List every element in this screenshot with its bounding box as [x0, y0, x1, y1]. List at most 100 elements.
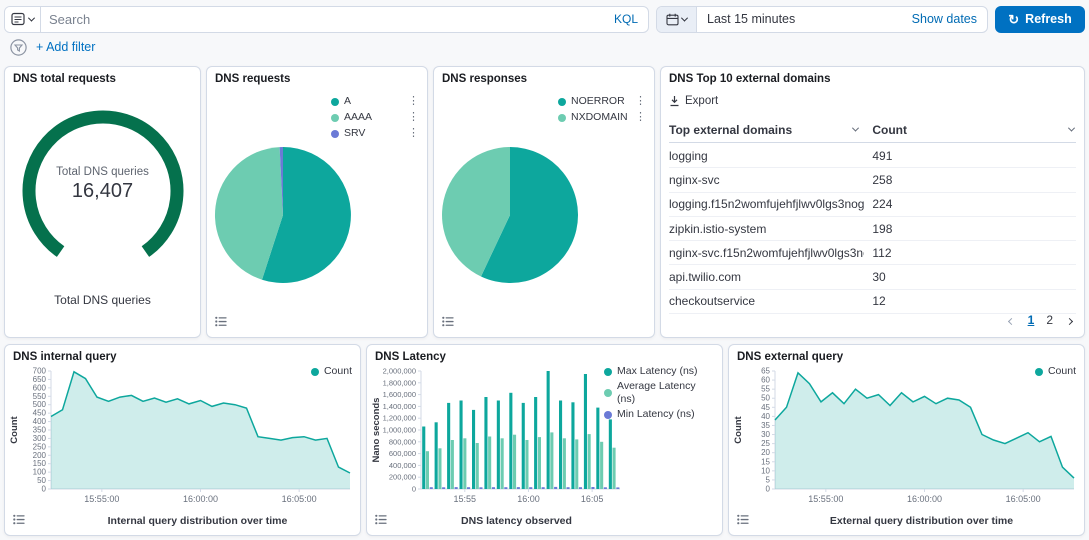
bar-Max Latency (ns)[interactable] [484, 397, 487, 489]
bar-Average Latency (ns)[interactable] [501, 438, 504, 489]
bar-Min Latency (ns)[interactable] [567, 487, 570, 489]
bar-Average Latency (ns)[interactable] [600, 442, 603, 489]
bar-Average Latency (ns)[interactable] [613, 448, 616, 489]
bar-Max Latency (ns)[interactable] [460, 401, 463, 490]
page-button-2[interactable]: 2 [1046, 313, 1053, 327]
bar-Min Latency (ns)[interactable] [542, 487, 545, 489]
bar-Max Latency (ns)[interactable] [571, 402, 574, 489]
bar-Min Latency (ns)[interactable] [616, 487, 619, 489]
bar-Max Latency (ns)[interactable] [422, 427, 425, 490]
bar-Min Latency (ns)[interactable] [529, 487, 532, 489]
bar-Average Latency (ns)[interactable] [451, 440, 454, 489]
list-icon [442, 316, 454, 327]
bar-Max Latency (ns)[interactable] [547, 371, 550, 489]
table-row[interactable]: nginx-svc.f15n2womfujehfjlwv0lgs3no...11… [669, 241, 1076, 265]
kql-syntax-button[interactable]: KQL [604, 12, 648, 26]
bar-Average Latency (ns)[interactable] [513, 435, 516, 489]
table-row[interactable]: zipkin.istio-system198 [669, 217, 1076, 241]
chevron-right-icon [1066, 318, 1073, 325]
y-tick-label: 50 [37, 476, 46, 485]
bar-Min Latency (ns)[interactable] [504, 487, 507, 489]
area-fill [51, 372, 350, 489]
bar-Max Latency (ns)[interactable] [497, 401, 500, 490]
bar-chart-dns-latency: 0200,000400,000600,000800,0001,000,0001,… [369, 363, 624, 515]
add-filter-link[interactable]: + Add filter [36, 40, 95, 54]
bar-Min Latency (ns)[interactable] [604, 487, 607, 489]
panel-legend-toggle-button[interactable] [373, 511, 389, 530]
bar-Min Latency (ns)[interactable] [479, 487, 482, 489]
gauge-value: 16,407 [5, 180, 200, 203]
search-bar: KQL [4, 6, 649, 33]
bar-Min Latency (ns)[interactable] [554, 487, 557, 489]
saved-query-menu-button[interactable] [5, 7, 41, 32]
table-row[interactable]: nginx-svc258 [669, 168, 1076, 192]
bar-Max Latency (ns)[interactable] [447, 403, 450, 489]
show-dates-link[interactable]: Show dates [912, 12, 987, 26]
bar-Max Latency (ns)[interactable] [522, 403, 525, 489]
calendar-dropdown-button[interactable] [657, 7, 697, 32]
bar-Max Latency (ns)[interactable] [472, 410, 475, 489]
bar-Average Latency (ns)[interactable] [463, 438, 466, 489]
panel-legend-toggle-button[interactable] [440, 313, 456, 332]
column-header-domains[interactable]: Top external domains [669, 123, 864, 137]
legend-actions-icon[interactable]: ⋮ [635, 111, 646, 124]
bar-Average Latency (ns)[interactable] [538, 437, 541, 489]
legend-item-NXDOMAIN[interactable]: NXDOMAIN⋮ [558, 111, 646, 124]
time-range-value[interactable]: Last 15 minutes [697, 12, 912, 26]
bar-Min Latency (ns)[interactable] [492, 487, 495, 489]
prev-page-button[interactable] [1007, 310, 1016, 329]
bar-Max Latency (ns)[interactable] [509, 393, 512, 489]
legend-actions-icon[interactable]: ⋮ [635, 95, 646, 108]
bar-Average Latency (ns)[interactable] [426, 451, 429, 489]
bar-Min Latency (ns)[interactable] [517, 487, 520, 489]
area-fill [775, 373, 1074, 489]
refresh-button[interactable]: ↻ Refresh [995, 6, 1085, 33]
export-button[interactable]: Export [669, 95, 718, 107]
bar-Min Latency (ns)[interactable] [455, 487, 458, 489]
bar-Average Latency (ns)[interactable] [563, 438, 566, 489]
chart-x-axis-title: DNS latency observed [367, 515, 666, 527]
bar-Max Latency (ns)[interactable] [609, 419, 612, 489]
bar-Max Latency (ns)[interactable] [596, 408, 599, 489]
saved-query-icon [11, 12, 25, 26]
bar-Min Latency (ns)[interactable] [442, 487, 445, 489]
legend-item-NOERROR[interactable]: NOERROR⋮ [558, 95, 646, 108]
chevron-left-icon [1008, 318, 1015, 325]
table-row[interactable]: api.twilio.com30 [669, 265, 1076, 289]
refresh-icon: ↻ [1008, 13, 1019, 26]
bar-Min Latency (ns)[interactable] [430, 487, 433, 489]
column-header-count[interactable]: Count [864, 123, 1076, 137]
bar-Min Latency (ns)[interactable] [591, 487, 594, 489]
table-row[interactable]: logging491 [669, 144, 1076, 168]
bar-Average Latency (ns)[interactable] [476, 443, 479, 489]
legend-actions-icon[interactable]: ⋮ [408, 95, 419, 108]
bar-Average Latency (ns)[interactable] [550, 432, 553, 489]
bar-Average Latency (ns)[interactable] [488, 437, 491, 490]
page-button-1[interactable]: 1 [1028, 313, 1035, 327]
bar-Min Latency (ns)[interactable] [579, 487, 582, 489]
legend-item-AAAA[interactable]: AAAA⋮ [331, 111, 419, 124]
legend-actions-icon[interactable]: ⋮ [408, 111, 419, 124]
table-row[interactable]: logging.f15n2womfujehfjlwv0lgs3nog....22… [669, 193, 1076, 217]
y-tick-label: 450 [33, 409, 47, 418]
x-tick-label: 16:05 [581, 494, 604, 504]
legend-actions-icon[interactable]: ⋮ [408, 127, 419, 140]
panel-legend-toggle-button[interactable] [213, 313, 229, 332]
bar-Min Latency (ns)[interactable] [467, 487, 470, 489]
bar-Average Latency (ns)[interactable] [525, 440, 528, 489]
bar-Max Latency (ns)[interactable] [559, 401, 562, 490]
panel-legend-toggle-button[interactable] [735, 511, 751, 530]
bar-Max Latency (ns)[interactable] [435, 422, 438, 489]
filter-icon[interactable] [10, 39, 27, 56]
bar-Max Latency (ns)[interactable] [534, 397, 537, 489]
bar-Average Latency (ns)[interactable] [575, 439, 578, 489]
bar-Max Latency (ns)[interactable] [584, 374, 587, 489]
next-page-button[interactable] [1065, 310, 1074, 329]
panel-legend-toggle-button[interactable] [11, 511, 27, 530]
legend-item-A[interactable]: A⋮ [331, 95, 419, 108]
cell-domain: checkoutservice [669, 294, 864, 308]
search-input[interactable] [41, 7, 604, 32]
bar-Average Latency (ns)[interactable] [438, 448, 441, 489]
y-tick-label: 150 [33, 459, 47, 468]
bar-Average Latency (ns)[interactable] [588, 434, 591, 489]
